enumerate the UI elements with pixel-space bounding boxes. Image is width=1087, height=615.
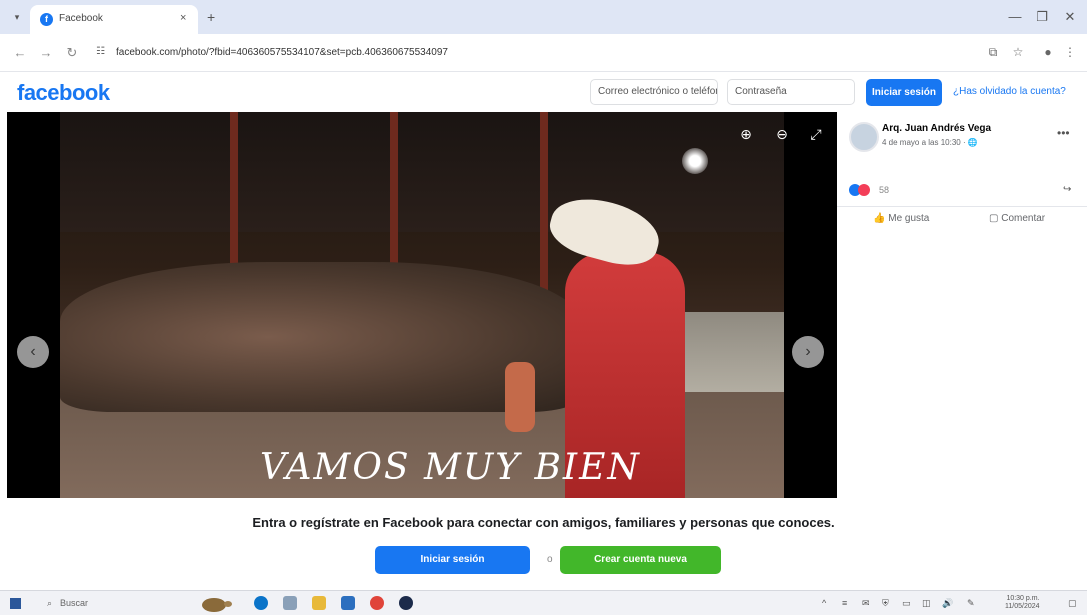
url-text: facebook.com/photo/?fbid=406360575534107… — [116, 47, 448, 58]
translate-icon[interactable]: ⧉ — [985, 45, 1001, 60]
minimize-button[interactable]: — — [1005, 9, 1025, 24]
reaction-icons[interactable] — [849, 184, 870, 199]
tab-search-icon[interactable]: ▾ — [10, 10, 24, 24]
thumbs-up-icon: 👍 — [873, 213, 889, 224]
avatar[interactable] — [849, 122, 879, 152]
tray-shield-icon[interactable]: ⛨ — [882, 598, 889, 609]
password-field[interactable]: Contraseña — [727, 79, 855, 105]
signup-prompt: Entra o regístrate en Facebook para cone… — [252, 515, 835, 530]
beam-shape — [390, 112, 398, 272]
zoom-out-icon[interactable]: ⊖ — [773, 126, 791, 143]
chrome-icon[interactable] — [370, 596, 384, 610]
turtle-widget-icon[interactable] — [195, 594, 233, 613]
email-field[interactable]: Correo electrónico o teléfono — [590, 79, 718, 105]
beam-shape — [540, 112, 548, 312]
taskbar: ⌕ Buscar ^ ≡ ✉ ⛨ ▭ ◫ 🔊 ✎ 10:30 p.m. 11/0… — [0, 590, 1087, 615]
menu-kebab-icon[interactable]: ⋮ — [1062, 45, 1078, 59]
tray-battery-icon[interactable]: ▭ — [902, 598, 911, 609]
fullscreen-icon[interactable]: ⤢ — [807, 126, 825, 143]
forward-icon[interactable]: → — [38, 45, 54, 60]
task-view-icon[interactable] — [283, 596, 297, 610]
tab-title: Facebook — [59, 13, 103, 24]
share-icon[interactable]: ↪ — [1063, 184, 1071, 195]
taskbar-clock[interactable]: 10:30 p.m. 11/05/2024 — [1005, 595, 1040, 611]
tray-pen-icon[interactable]: ✎ — [967, 598, 975, 609]
tray-app-icon[interactable]: ≡ — [842, 598, 847, 608]
love-reaction-icon — [858, 184, 870, 196]
comment-icon: ▢ — [989, 213, 1002, 224]
beam-shape — [230, 112, 238, 282]
forgot-account-link[interactable]: ¿Has olvidado la cuenta? — [953, 86, 1066, 97]
like-label: Me gusta — [888, 213, 930, 224]
browser-tabstrip: ▾ f Facebook × + — ❐ ✕ — [0, 0, 1087, 34]
login-button[interactable]: Iniciar sesión — [866, 79, 942, 106]
maximize-button[interactable]: ❐ — [1032, 9, 1052, 25]
roof-shape — [60, 112, 784, 232]
zoom-in-icon[interactable]: ⊕ — [737, 126, 755, 143]
tray-mail-icon[interactable]: ✉ — [862, 598, 870, 609]
next-photo-button[interactable]: › — [792, 336, 824, 368]
cta-separator: o — [547, 554, 553, 565]
site-info-icon[interactable]: ☷ — [96, 46, 105, 57]
new-tab-button[interactable]: + — [207, 9, 215, 25]
url-input[interactable]: ☷ facebook.com/photo/?fbid=4063605755341… — [90, 41, 970, 65]
app-icon[interactable] — [399, 596, 413, 610]
tray-chevron-icon[interactable]: ^ — [822, 598, 826, 608]
profile-icon[interactable]: ● — [1040, 45, 1056, 59]
comment-button[interactable]: ▢ Comentar — [989, 213, 1045, 224]
back-icon[interactable]: ← — [12, 45, 28, 60]
search-icon: ⌕ — [47, 598, 53, 608]
reload-icon[interactable]: ↻ — [64, 45, 80, 61]
clock-time: 10:30 p.m. — [1006, 595, 1040, 602]
tray-network-icon[interactable]: ◫ — [922, 598, 931, 609]
windows-start-icon[interactable] — [10, 598, 21, 609]
tab-close-icon[interactable]: × — [180, 12, 186, 24]
post-sidebar: Arq. Juan Andrés Vega 4 de mayo a las 10… — [837, 112, 1087, 498]
photo-viewer: VAMOS MUY BIEN ⊕ ⊖ ⤢ ‹ › — [7, 112, 837, 498]
taskbar-search-label: Buscar — [60, 598, 89, 608]
lamp-light — [682, 148, 708, 174]
bookmark-star-icon[interactable]: ☆ — [1010, 45, 1026, 59]
address-bar: ← → ↻ ☷ facebook.com/photo/?fbid=4063605… — [0, 34, 1087, 72]
post-date[interactable]: 4 de mayo a las 10:30 · 🌐 — [882, 138, 978, 147]
file-explorer-icon[interactable] — [312, 596, 326, 610]
notifications-icon[interactable]: ▢ — [1068, 598, 1077, 609]
edge-icon[interactable] — [254, 596, 268, 610]
like-button[interactable]: 👍 Me gusta — [873, 213, 929, 224]
facebook-favicon-icon: f — [40, 13, 53, 26]
tray-volume-icon[interactable]: 🔊 — [942, 598, 953, 609]
bottom-login-button[interactable]: Iniciar sesión — [375, 546, 530, 574]
taskbar-search-input[interactable]: ⌕ Buscar — [44, 595, 184, 612]
previous-photo-button[interactable]: ‹ — [17, 336, 49, 368]
mail-icon[interactable] — [341, 596, 355, 610]
post-author[interactable]: Arq. Juan Andrés Vega — [882, 123, 991, 134]
reaction-count[interactable]: 58 — [879, 185, 889, 195]
close-window-button[interactable]: ✕ — [1060, 9, 1080, 25]
photo-caption: VAMOS MUY BIEN — [260, 447, 641, 488]
post-actions: 👍 Me gusta ▢ Comentar — [837, 206, 1087, 232]
more-options-icon[interactable]: ••• — [1057, 126, 1070, 140]
facebook-logo[interactable]: facebook — [17, 80, 110, 106]
comment-label: Comentar — [1001, 213, 1046, 224]
child-shape — [505, 362, 535, 432]
tab-facebook[interactable]: f Facebook × — [30, 5, 198, 34]
crowd-shape — [60, 262, 580, 412]
facebook-header: facebook Correo electrónico o teléfono C… — [0, 72, 1087, 112]
clock-date: 11/05/2024 — [1005, 603, 1040, 610]
event-photo: VAMOS MUY BIEN — [60, 112, 784, 498]
create-account-button[interactable]: Crear cuenta nueva — [560, 546, 721, 574]
